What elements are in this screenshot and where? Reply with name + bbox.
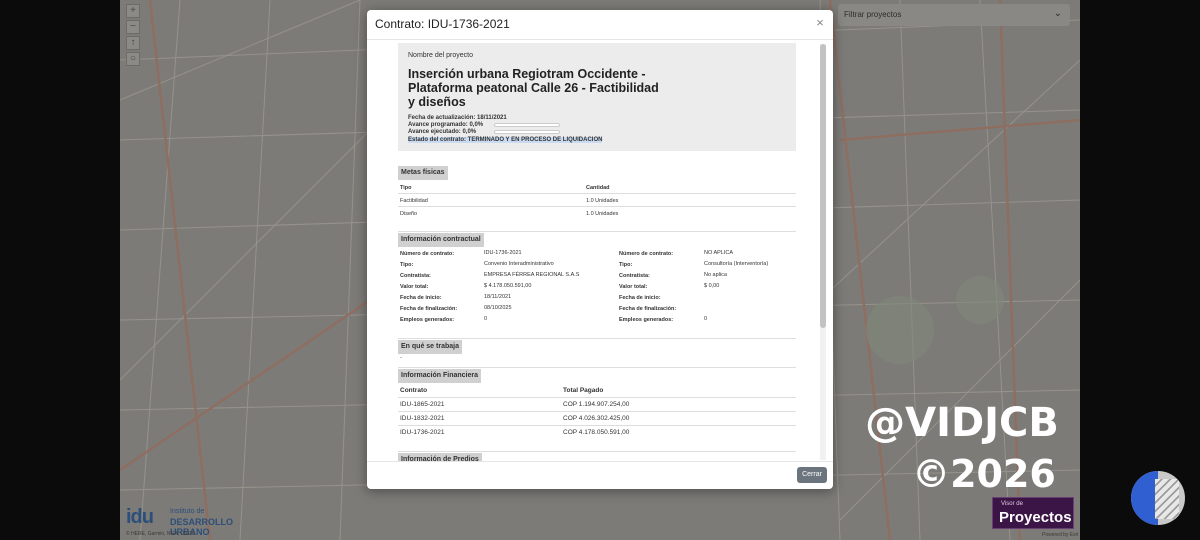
divider <box>398 338 796 339</box>
info-contractual-title: Información contractual <box>398 233 484 247</box>
zoom-in-button[interactable]: + <box>126 4 140 18</box>
modal-scrollbar-thumb[interactable] <box>820 44 826 328</box>
modal-footer <box>367 461 833 489</box>
divider <box>398 451 796 452</box>
avance-programado-bar <box>494 123 560 127</box>
project-summary: Nombre del proyecto Inserción urbana Reg… <box>398 43 796 151</box>
divider <box>398 367 796 368</box>
metas-header-cantidad: Cantidad <box>586 185 610 191</box>
fecha-actualizacion: Fecha de actualización: 18/11/2021 <box>408 115 507 121</box>
divider <box>398 206 796 207</box>
metas-row-1-tipo: Factibilidad <box>400 198 428 204</box>
metas-row-2-cantidad: 1.0 Unidades <box>586 211 619 217</box>
estado-contrato: Estado del contrato: TERMINADO Y EN PROC… <box>408 137 603 143</box>
divider <box>398 411 796 412</box>
contractual-right-value-3: No aplica <box>704 272 727 278</box>
idu-logo: idu Instituto de DESARROLLO URBANO <box>126 504 266 537</box>
financiera-row-2-total: COP 4.026.302.425,00 <box>563 415 630 422</box>
contractual-right-label-5: Fecha de inicio: <box>619 295 661 301</box>
contractual-left-label-6: Fecha de finalización: <box>400 306 458 312</box>
contractual-left-value-4: $ 4.178.050.591,00 <box>484 283 532 289</box>
map-attribution: © HERE, Garmin, NGA, USGS <box>126 531 195 537</box>
divider <box>398 397 796 398</box>
contractual-right-label-3: Contratista: <box>619 273 650 279</box>
financiera-row-1-contrato: IDU-1865-2021 <box>400 401 445 408</box>
divider <box>398 231 796 232</box>
contractual-right-value-2: Consultoría (Interventoría) <box>704 261 769 267</box>
contractual-right-label-2: Tipo: <box>619 262 633 268</box>
project-title: Inserción urbana Regiotram Occidente - P… <box>408 67 659 109</box>
watermark-year: ©2026 <box>912 452 1056 496</box>
avance-ejecutado: Avance ejecutado: 0,0% <box>408 129 477 135</box>
contractual-left-value-1: IDU-1736-2021 <box>484 250 522 256</box>
financiera-row-2-contrato: IDU-1832-2021 <box>400 415 445 422</box>
compass-button[interactable]: ↑ <box>126 36 140 50</box>
metas-row-2-tipo: Diseño <box>400 211 418 217</box>
chevron-down-icon: ⌄ <box>1053 8 1062 19</box>
contractual-left-label-7: Empleos generados: <box>400 317 455 323</box>
metas-header-tipo: Tipo <box>400 185 412 191</box>
visor-logo-line1: Visor de <box>1001 501 1023 507</box>
filter-placeholder: Filtrar proyectos <box>844 10 902 19</box>
avance-ejecutado-bar <box>494 130 560 134</box>
contractual-right-label-4: Valor total: <box>619 284 648 290</box>
idu-logo-mark: idu <box>126 506 154 528</box>
contractual-left-label-2: Tipo: <box>400 262 414 268</box>
close-icon[interactable]: × <box>813 16 827 30</box>
en-que-se-trabaja-title: En qué se trabaja <box>398 340 462 354</box>
filter-projects-select[interactable]: Filtrar proyectos ⌄ <box>838 4 1070 26</box>
visor-proyectos-logo: Visor de Proyectos <box>992 497 1074 529</box>
divider <box>398 425 796 426</box>
contractual-left-value-2: Convenio Interadministrativo <box>484 261 554 267</box>
metas-fisicas-title: Metas físicas <box>398 166 448 180</box>
contract-modal: Contrato: IDU-1736-2021 × Nombre del pro… <box>367 10 833 489</box>
contractual-left-value-6: 08/10/2025 <box>484 305 512 311</box>
contractual-right-label-1: Número de contrato: <box>619 251 674 257</box>
divider <box>398 193 796 194</box>
contractual-right-value-1: NO APLICA <box>704 250 734 256</box>
channel-avatar <box>1131 471 1185 525</box>
modal-body[interactable]: Nombre del proyecto Inserción urbana Reg… <box>398 43 796 461</box>
modal-header: Contrato: IDU-1736-2021 × <box>367 10 833 40</box>
contractual-left-label-5: Fecha de inicio: <box>400 295 442 301</box>
visor-logo-line2: Proyectos <box>999 509 1072 526</box>
info-predios-title: Información de Predios <box>398 453 482 461</box>
avance-programado: Avance programado: 0,0% <box>408 122 484 128</box>
financiera-header-contrato: Contrato <box>400 387 428 394</box>
avatar-blue-half <box>1131 471 1158 525</box>
avatar-monument <box>1155 479 1179 519</box>
locate-button[interactable]: ○ <box>126 52 140 66</box>
contractual-right-value-4: $ 0,00 <box>704 283 720 289</box>
contractual-left-value-5: 18/11/2021 <box>484 294 512 300</box>
financiera-row-3-contrato: IDU-1736-2021 <box>400 429 445 436</box>
info-financiera-title: Información Financiera <box>398 369 482 383</box>
contractual-left-value-7: 0 <box>484 316 488 322</box>
financiera-row-3-total: COP 4.178.050.591,00 <box>563 429 630 436</box>
watermark-handle: @VIDJCB <box>865 400 1059 446</box>
watermark: @VIDJCB ©2026 <box>862 398 1062 500</box>
contractual-right-label-7: Empleos generados: <box>619 317 674 323</box>
contractual-left-label-1: Número de contrato: <box>400 251 455 257</box>
modal-scrollbar[interactable] <box>820 44 826 460</box>
powered-by: Powered by Esri <box>1042 532 1079 538</box>
financiera-row-1-total: COP 1.194.907.254,00 <box>563 401 630 408</box>
screen: + − ↑ ○ Filtrar proyectos ⌄ idu Institut… <box>0 0 1200 540</box>
en-que-se-trabaja-text: - <box>400 355 402 361</box>
financiera-header-total: Total Pagado <box>563 387 604 394</box>
contractual-left-label-4: Valor total: <box>400 284 429 290</box>
cerrar-button[interactable]: Cerrar <box>797 467 827 483</box>
contractual-left-value-3: EMPRESA FÉRREA REGIONAL S.A.S <box>484 272 580 278</box>
idu-logo-line1: Instituto de <box>170 508 205 515</box>
contractual-left-label-3: Contratista: <box>400 273 431 279</box>
project-name-label: Nombre del proyecto <box>408 52 473 59</box>
modal-title: Contrato: IDU-1736-2021 <box>375 17 510 31</box>
metas-row-1-cantidad: 1.0 Unidades <box>586 198 619 204</box>
contractual-right-label-6: Fecha de finalización: <box>619 306 677 312</box>
contractual-right-value-7: 0 <box>704 316 708 322</box>
zoom-out-button[interactable]: − <box>126 20 140 34</box>
